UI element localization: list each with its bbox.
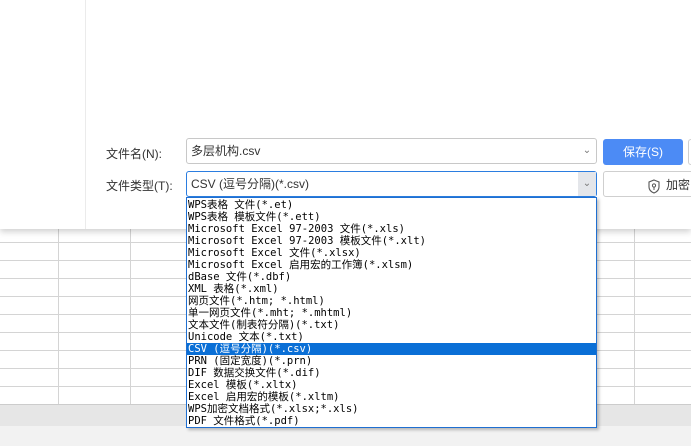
- filetype-option[interactable]: 网页文件(*.htm; *.html): [187, 295, 596, 307]
- filetype-label: 文件类型(T):: [106, 179, 173, 193]
- filetype-dropdown-list[interactable]: WPS表格 文件(*.et) WPS表格 模板文件(*.ett) Microsoft…: [186, 197, 597, 428]
- encrypt-label: 加密: [666, 178, 691, 192]
- filetype-option[interactable]: CSV (逗号分隔)(*.csv): [187, 343, 596, 355]
- filetype-value: CSV (逗号分隔)(*.csv): [191, 177, 309, 191]
- shield-icon: [648, 177, 660, 194]
- filetype-option[interactable]: XML 表格(*.xml): [187, 283, 596, 295]
- filetype-option[interactable]: Microsoft Excel 启用宏的工作簿(*.xlsm): [187, 259, 596, 271]
- filetype-option[interactable]: Excel 模板(*.xltx): [187, 379, 596, 391]
- filetype-option[interactable]: 文本文件(制表符分隔)(*.txt): [187, 319, 596, 331]
- save-button[interactable]: 保存(S): [603, 139, 683, 165]
- save-dialog: 文件名(N): 多层机构.csv ⌄ 文件类型(T): CSV (逗号分隔)(*…: [0, 0, 691, 229]
- filetype-option[interactable]: DIF 数据交换文件(*.dif): [187, 367, 596, 379]
- filename-label: 文件名(N):: [106, 147, 162, 161]
- filetype-option[interactable]: WPS表格 文件(*.et): [187, 199, 596, 211]
- filetype-option[interactable]: Excel 启用宏的模板(*.xltm): [187, 391, 596, 403]
- filetype-option[interactable]: PDF 文件格式(*.pdf): [187, 415, 596, 427]
- filetype-option[interactable]: WPS表格 模板文件(*.ett): [187, 211, 596, 223]
- chevron-down-icon[interactable]: ⌄: [578, 172, 596, 196]
- filetype-select[interactable]: CSV (逗号分隔)(*.csv) ⌄: [186, 171, 597, 197]
- filetype-option[interactable]: WPS加密文档格式(*.xlsx;*.xls): [187, 403, 596, 415]
- filetype-option[interactable]: Unicode 文本(*.txt): [187, 331, 596, 343]
- filetype-option[interactable]: PRN (固定宽度)(*.prn): [187, 355, 596, 367]
- chevron-down-icon[interactable]: ⌄: [578, 139, 596, 163]
- filetype-option[interactable]: Microsoft Excel 文件(*.xlsx): [187, 247, 596, 259]
- divider: [85, 0, 86, 229]
- encrypt-button[interactable]: 加密: [603, 171, 691, 197]
- filetype-option[interactable]: 单一网页文件(*.mht; *.mhtml): [187, 307, 596, 319]
- filetype-option[interactable]: Microsoft Excel 97-2003 文件(*.xls): [187, 223, 596, 235]
- filename-value: 多层机构.csv: [191, 144, 261, 158]
- filetype-option[interactable]: Microsoft Excel 97-2003 模板文件(*.xlt): [187, 235, 596, 247]
- filetype-option[interactable]: dBase 文件(*.dbf): [187, 271, 596, 283]
- filename-input[interactable]: 多层机构.csv ⌄: [186, 138, 597, 164]
